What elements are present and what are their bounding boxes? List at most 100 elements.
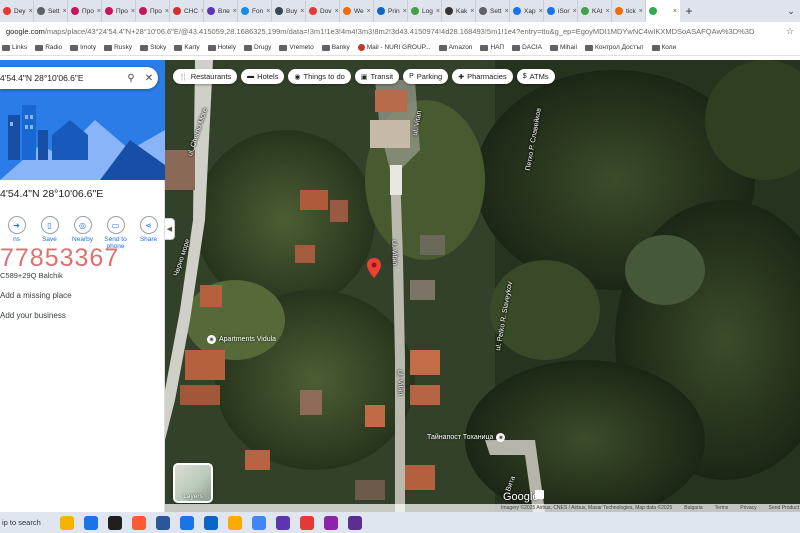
close-tab-icon[interactable]: × <box>266 8 270 15</box>
taskbar-app-icon[interactable] <box>132 515 146 530</box>
close-tab-icon[interactable]: × <box>63 8 67 15</box>
attribution-link[interactable]: Bulgaria <box>684 505 702 511</box>
taskbar-app-icon[interactable] <box>180 515 194 530</box>
browser-tab[interactable]: Kak × <box>442 0 476 22</box>
chip-things-to-do[interactable]: ◉ Things to do <box>288 69 351 84</box>
bookmark-item[interactable]: DACIA <box>512 44 542 51</box>
taskbar-app-icon[interactable] <box>348 515 362 530</box>
add-business-link[interactable]: Add your business <box>0 311 66 320</box>
taskbar-app-icon[interactable] <box>204 515 218 530</box>
browser-tab[interactable]: We × <box>340 0 374 22</box>
close-tab-icon[interactable]: × <box>367 8 371 15</box>
taskbar-app-icon[interactable] <box>228 515 242 530</box>
map-control-icon[interactable] <box>535 490 544 499</box>
bookmark-item[interactable]: Banky <box>321 44 350 51</box>
close-tab-icon[interactable]: × <box>97 8 101 15</box>
taskbar-app-icon[interactable] <box>324 515 338 530</box>
browser-tab[interactable]: Dey × <box>0 0 34 22</box>
layers-button[interactable]: Layers <box>173 463 213 503</box>
close-tab-icon[interactable]: × <box>505 8 509 15</box>
close-tab-icon[interactable]: × <box>131 8 135 15</box>
bookmark-item[interactable]: Hotely <box>207 44 236 51</box>
chip-pharmacies[interactable]: ✚ Pharmacies <box>452 69 513 84</box>
poi-vila[interactable]: Тайнапост Тоханица ● <box>427 433 506 442</box>
browser-tab[interactable]: CHC× <box>170 0 204 22</box>
close-tab-icon[interactable]: × <box>403 8 407 15</box>
map-canvas[interactable]: 🍴 Restaurants ▬ Hotels ◉ Things to do ▣ Transit… <box>165 60 800 512</box>
taskbar-app-icon[interactable] <box>60 515 74 530</box>
tab-search-icon[interactable]: ⌄ <box>782 0 800 22</box>
chip-hotels[interactable]: ▬ Hotels <box>241 69 285 84</box>
poi-apartments[interactable]: ● Apartments Vidula <box>207 335 276 344</box>
bookmark-item[interactable]: Rusky <box>104 44 132 51</box>
chip-restaurants[interactable]: 🍴 Restaurants <box>173 69 238 84</box>
bookmark-star-icon[interactable]: ☆ <box>786 26 794 37</box>
url-field[interactable]: google.com/maps/place/43°24'54.4"N+28°10… <box>6 27 780 36</box>
bookmark-item[interactable]: Links <box>2 44 27 51</box>
browser-tab[interactable]: tick × <box>612 0 646 22</box>
close-tab-icon[interactable]: × <box>639 8 643 15</box>
browser-tab[interactable]: Про × <box>68 0 102 22</box>
close-tab-icon[interactable]: × <box>165 8 169 15</box>
browser-tab[interactable]: Про × <box>136 0 170 22</box>
browser-tab[interactable]: Хар × <box>510 0 544 22</box>
close-tab-icon[interactable]: × <box>436 8 440 15</box>
close-tab-icon[interactable]: × <box>335 8 339 15</box>
browser-tab[interactable]: Sett × <box>34 0 68 22</box>
new-tab-button[interactable]: + <box>680 0 698 22</box>
browser-tab[interactable]: Вле × <box>204 0 238 22</box>
browser-tab[interactable]: Dov × <box>306 0 340 22</box>
bookmark-item[interactable]: Drugy <box>244 44 271 51</box>
close-tab-icon[interactable]: × <box>605 8 609 15</box>
taskbar-search[interactable]: ip to search <box>0 518 60 527</box>
taskbar-app-icon[interactable] <box>276 515 290 530</box>
taskbar-app-icon[interactable] <box>252 515 266 530</box>
bookmark-item[interactable]: Контрол Достъп <box>584 44 644 51</box>
close-tab-icon[interactable]: × <box>300 8 304 15</box>
taskbar-app-icon[interactable] <box>300 515 314 530</box>
action-button[interactable]: ⋖ Share <box>132 216 165 251</box>
add-missing-place-link[interactable]: Add a missing place <box>0 291 72 300</box>
chip-parking[interactable]: P Parking <box>403 69 449 84</box>
browser-tab[interactable]: × <box>646 0 680 22</box>
browser-tab[interactable]: Sett × <box>476 0 510 22</box>
bookmark-item[interactable]: НАП <box>480 44 504 51</box>
bookmark-item[interactable]: Mail - NURI GROUP... <box>357 44 431 51</box>
browser-tab[interactable]: KAt × <box>578 0 612 22</box>
bookmark-item[interactable]: Коли <box>651 44 676 51</box>
search-icon[interactable]: ⚲ <box>122 73 140 84</box>
taskbar-app-icon[interactable] <box>156 515 170 530</box>
bookmark-item[interactable]: Stoky <box>140 44 166 51</box>
browser-tab[interactable]: Fon × <box>238 0 272 22</box>
chip-transit[interactable]: ▣ Transit <box>354 69 400 84</box>
bookmark-item[interactable]: Karty <box>174 44 200 51</box>
close-tab-icon[interactable]: × <box>233 8 237 15</box>
close-tab-icon[interactable]: × <box>29 8 33 15</box>
bookmark-item[interactable]: Vremeto <box>279 44 314 51</box>
browser-tab[interactable]: Prin × <box>374 0 408 22</box>
close-icon[interactable]: ✕ <box>140 73 158 84</box>
bookmark-item[interactable]: Mihail <box>549 44 577 51</box>
browser-tab[interactable]: Buy × <box>272 0 306 22</box>
search-box[interactable]: 4'54.4"N 28°10'06.6"E ⚲ ✕ <box>0 67 158 89</box>
collapse-panel-button[interactable]: ◀ <box>165 218 175 240</box>
close-tab-icon[interactable]: × <box>539 8 543 15</box>
attribution-link[interactable]: Terms <box>715 505 729 511</box>
taskbar-app-icon[interactable] <box>84 515 98 530</box>
search-input[interactable]: 4'54.4"N 28°10'06.6"E <box>0 73 122 83</box>
bookmark-item[interactable]: Radio <box>35 44 62 51</box>
attribution-link[interactable]: Send Product Feedback <box>769 505 800 511</box>
attribution-link[interactable]: Privacy <box>740 505 756 511</box>
close-tab-icon[interactable]: × <box>470 8 474 15</box>
bookmark-item[interactable]: Imoty <box>70 44 96 51</box>
address-bar[interactable]: google.com/maps/place/43°24'54.4"N+28°10… <box>0 22 800 40</box>
browser-tab[interactable]: iSor × <box>544 0 578 22</box>
bookmark-item[interactable]: Amazon <box>438 44 472 51</box>
taskbar-app-icon[interactable] <box>108 515 122 530</box>
location-pin-icon[interactable] <box>367 258 381 278</box>
browser-tab[interactable]: Про × <box>102 0 136 22</box>
browser-tab[interactable]: Log × <box>408 0 442 22</box>
close-tab-icon[interactable]: × <box>673 8 677 15</box>
chip-atms[interactable]: $ ATMs <box>516 69 555 84</box>
close-tab-icon[interactable]: × <box>573 8 577 15</box>
